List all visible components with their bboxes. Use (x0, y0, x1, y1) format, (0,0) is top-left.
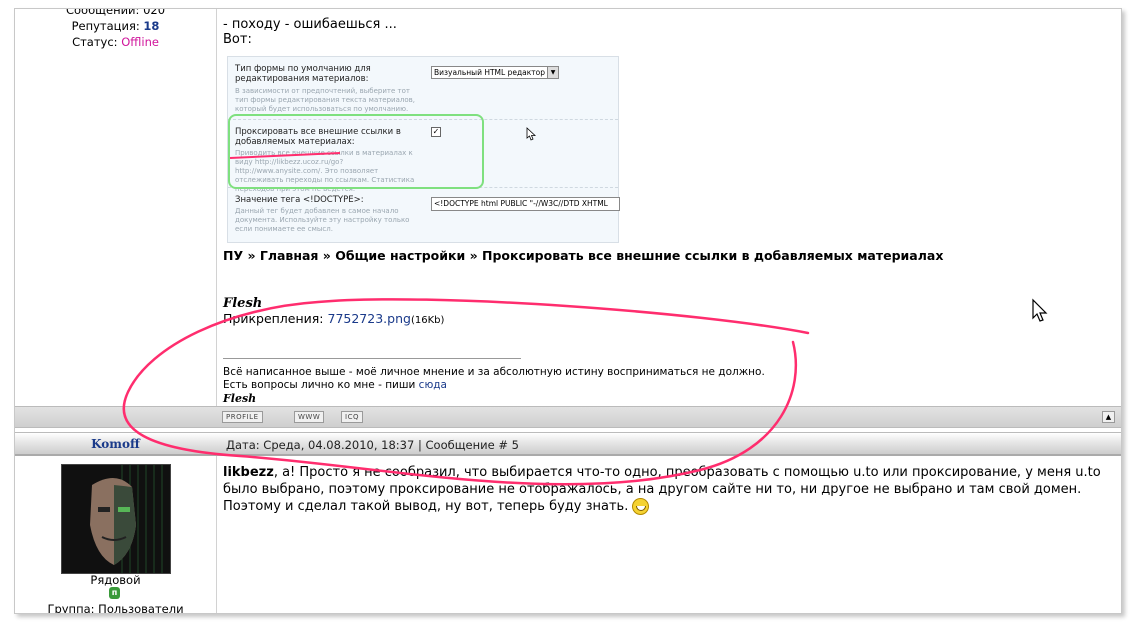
setting-hint-doctype: Данный тег будет добавлен в самое начало… (235, 207, 410, 233)
icq-button[interactable]: ICQ (341, 411, 363, 423)
embedded-screenshot[interactable]: Тип формы по умолчанию для редактировани… (227, 56, 620, 243)
smiley-icon (632, 498, 650, 515)
www-button[interactable]: WWW (294, 411, 325, 423)
post1-body: - походу - ошибаешься ... Вот: (223, 17, 397, 47)
profile-button[interactable]: PROFILE (222, 411, 263, 423)
post-toolbar: PROFILE WWW ICQ ▲ (15, 406, 1121, 428)
attachments-label: Прикрепления: (223, 311, 324, 326)
post2-text: , а! Просто я не сообразил, что выбирает… (223, 465, 1101, 514)
status: Статус: Offline (15, 34, 216, 50)
post1-line1: - походу - ошибаешься ... (223, 17, 397, 32)
reputation-value[interactable]: 18 (143, 19, 159, 33)
rank-badge-icon: п (109, 587, 120, 599)
post2-rank: Рядовой (90, 573, 141, 587)
form-type-select-value: Визуальный HTML редактор (434, 68, 545, 77)
forum-frame: Сообщений: 020 Репутация: 18 Статус: Off… (14, 8, 1122, 614)
signature-line1: Всё написанное выше - моё личное мнение … (223, 366, 765, 378)
dropdown-arrow-icon: ▼ (547, 67, 558, 78)
post2-mention: likbezz (223, 465, 274, 480)
avatar (61, 464, 171, 574)
signature-line2-text: Есть вопросы лично ко мне - пиши (223, 379, 416, 391)
author-signature-name: Flesh (223, 296, 263, 311)
post2-meta: Дата: Среда, 04.08.2010, 18:37 | Сообщен… (226, 438, 519, 452)
post1-content: - походу - ошибаешься ... Вот: Тип формы… (217, 9, 1121, 406)
reputation: Репутация: 18 (15, 18, 216, 34)
attachment-link[interactable]: 7752723.png (328, 311, 411, 326)
setting-hint-form-type: В зависимости от предпочтений, выберите … (235, 87, 416, 113)
post2-username[interactable]: Komoff (15, 437, 216, 451)
status-label: Статус: (72, 35, 118, 49)
highlight-box (228, 114, 484, 189)
status-value: Offline (121, 35, 159, 49)
signature-name: Flesh (223, 392, 257, 405)
signature-line2: Есть вопросы лично ко мне - пиши сюда (223, 379, 765, 392)
form-type-select: Визуальный HTML редактор ▼ (431, 66, 559, 79)
setting-label-form-type: Тип формы по умолчанию для редактировани… (235, 64, 371, 84)
post1-line2: Вот: (223, 32, 252, 47)
settings-breadcrumb: ПУ » Главная » Общие настройки » Проксир… (223, 248, 944, 263)
signature: Всё написанное выше - моё личное мнение … (223, 366, 765, 405)
signature-link[interactable]: сюда (419, 379, 447, 391)
signature-divider (223, 358, 521, 359)
reputation-label: Репутация: (71, 19, 140, 33)
setting-label-doctype: Значение тега <!DOCTYPE>: (235, 195, 364, 205)
attachments: Прикрепления: 7752723.png(16Kb) (223, 311, 444, 326)
post2-header: Komoff Дата: Среда, 04.08.2010, 18:37 | … (15, 432, 1121, 456)
doctype-input: <!DOCTYPE html PUBLIC "-//W3C//DTD XHTML (431, 197, 620, 211)
messages-count: Сообщений: 020 (65, 8, 166, 17)
post1-user-column: Сообщений: 020 Репутация: 18 Статус: Off… (15, 9, 217, 406)
scroll-up-icon[interactable]: ▲ (1102, 411, 1115, 423)
post2-body: likbezz, а! Просто я не сообразил, что в… (223, 464, 1103, 515)
post2-group: Группа: Пользователи (47, 602, 184, 614)
attachment-size: (16Kb) (410, 315, 445, 326)
